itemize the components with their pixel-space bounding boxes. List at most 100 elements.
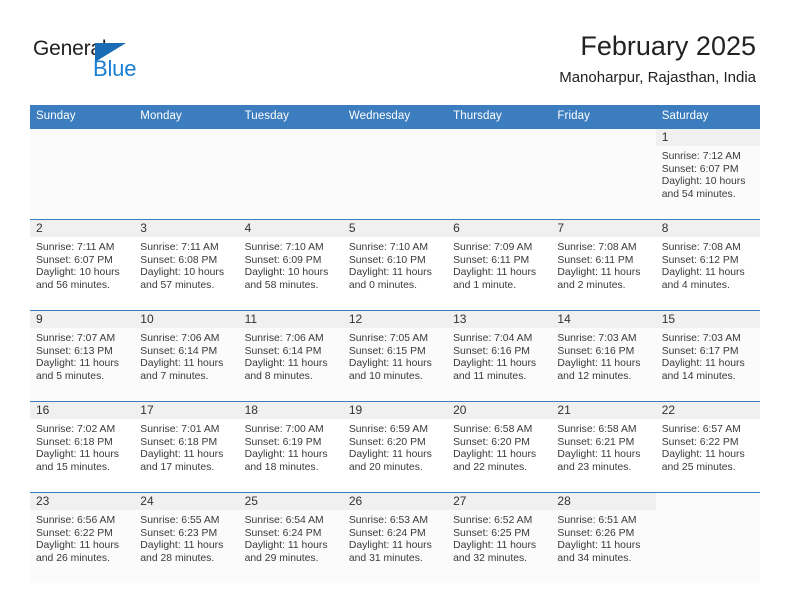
calendar-day-cell[interactable]: 28 Sunrise: 6:51 AM Sunset: 6:26 PM Dayligh… <box>551 492 656 583</box>
daylight-text-line1: Daylight: 10 hours <box>36 267 120 279</box>
daylight-text-line2: and 25 minutes. <box>661 461 736 473</box>
sunset-text: Sunset: 6:20 PM <box>348 436 426 448</box>
day-number: 26 <box>342 493 448 510</box>
title-block: February 2025 Manoharpur, Rajasthan, Ind… <box>559 32 756 87</box>
sunset-text: Sunset: 6:23 PM <box>140 527 218 539</box>
sunset-text: Sunset: 6:14 PM <box>140 345 218 357</box>
sunset-text: Sunset: 6:18 PM <box>36 436 113 448</box>
calendar-day-cell[interactable]: 7 Sunrise: 7:08 AM Sunset: 6:11 PM Daylight… <box>551 219 656 311</box>
weekday-header-friday: Friday <box>551 105 656 129</box>
daylight-text-line2: and 32 minutes. <box>453 552 528 564</box>
day-cell-details: Sunrise: 7:10 AM Sunset: 6:09 PM Daylight:… <box>239 237 343 292</box>
day-number: 14 <box>551 311 656 328</box>
calendar-day-cell[interactable]: 22 Sunrise: 6:57 AM Sunset: 6:22 PM Dayligh… <box>655 401 760 493</box>
calendar-day-cell[interactable]: 12 Sunrise: 7:05 AM Sunset: 6:15 PM Dayligh… <box>342 310 448 402</box>
calendar-day-cell[interactable]: 20 Sunrise: 6:58 AM Sunset: 6:20 PM Dayligh… <box>447 401 552 493</box>
daylight-text-line2: and 54 minutes. <box>661 188 736 200</box>
day-cell-inner <box>239 129 343 219</box>
calendar-day-cell[interactable]: 18 Sunrise: 7:00 AM Sunset: 6:19 PM Dayligh… <box>238 401 343 493</box>
calendar-week-row: 2 Sunrise: 7:11 AM Sunset: 6:07 PM Daylight… <box>30 219 760 311</box>
daylight-text-line1: Daylight: 11 hours <box>140 540 224 552</box>
day-cell-inner: 10 Sunrise: 7:06 AM Sunset: 6:14 PM Dayligh… <box>134 311 239 401</box>
sunrise-text: Sunrise: 7:11 AM <box>140 242 219 253</box>
sunrise-text: Sunrise: 7:10 AM <box>348 242 428 253</box>
daylight-text-line2: and 15 minutes. <box>36 461 110 473</box>
calendar-day-cell[interactable]: 6 Sunrise: 7:09 AM Sunset: 6:11 PM Daylight… <box>447 219 552 311</box>
daylight-text-line2: and 7 minutes. <box>140 370 209 382</box>
day-number: 20 <box>447 402 552 419</box>
calendar-day-cell[interactable]: 24 Sunrise: 6:55 AM Sunset: 6:23 PM Dayligh… <box>134 492 239 583</box>
daylight-text-line1: Daylight: 11 hours <box>348 358 432 370</box>
daylight-text-line2: and 1 minute. <box>453 279 517 291</box>
day-cell-inner: 23 Sunrise: 6:56 AM Sunset: 6:22 PM Dayligh… <box>30 493 135 583</box>
day-cell-inner: 28 Sunrise: 6:51 AM Sunset: 6:26 PM Dayligh… <box>551 493 656 583</box>
sunrise-text: Sunrise: 6:57 AM <box>661 424 741 435</box>
sunrise-text: Sunrise: 7:07 AM <box>36 333 116 344</box>
day-number: 2 <box>30 220 135 237</box>
calendar-day-cell[interactable]: 25 Sunrise: 6:54 AM Sunset: 6:24 PM Dayligh… <box>238 492 343 583</box>
day-cell-inner: 27 Sunrise: 6:52 AM Sunset: 6:25 PM Dayligh… <box>447 493 552 583</box>
calendar-day-cell[interactable]: 9 Sunrise: 7:07 AM Sunset: 6:13 PM Daylight… <box>30 310 135 402</box>
day-cell-details: Sunrise: 7:09 AM Sunset: 6:11 PM Daylight:… <box>447 237 551 292</box>
daylight-text-line2: and 14 minutes. <box>661 370 736 382</box>
calendar-day-cell[interactable]: 26 Sunrise: 6:53 AM Sunset: 6:24 PM Dayligh… <box>342 492 448 583</box>
calendar-week-row: 1 Sunrise: 7:12 AM Sunset: 6:07 PM Daylight… <box>30 128 760 220</box>
day-cell-details: Sunrise: 6:58 AM Sunset: 6:20 PM Daylight:… <box>447 419 551 474</box>
general-blue-logo[interactable]: General Blue <box>33 38 263 86</box>
page-title: February 2025 <box>580 31 756 61</box>
sunset-text: Sunset: 6:09 PM <box>244 254 322 266</box>
daylight-text-line1: Daylight: 10 hours <box>140 267 225 279</box>
calendar-day-cell[interactable]: 27 Sunrise: 6:52 AM Sunset: 6:25 PM Dayligh… <box>447 492 552 583</box>
day-number: 5 <box>342 220 448 237</box>
day-cell-details: Sunrise: 7:02 AM Sunset: 6:18 PM Daylight:… <box>30 419 134 474</box>
day-cell-details: Sunrise: 7:06 AM Sunset: 6:14 PM Daylight:… <box>239 328 343 383</box>
calendar-day-cell[interactable]: 10 Sunrise: 7:06 AM Sunset: 6:14 PM Dayligh… <box>134 310 239 402</box>
day-cell-inner: 4 Sunrise: 7:10 AM Sunset: 6:09 PM Daylight… <box>238 220 343 310</box>
day-cell-inner <box>447 129 551 219</box>
day-cell-details: Sunrise: 6:52 AM Sunset: 6:25 PM Daylight:… <box>447 510 551 565</box>
daylight-text-line1: Daylight: 11 hours <box>661 449 745 461</box>
sunrise-text: Sunrise: 7:08 AM <box>661 242 741 253</box>
sunrise-text: Sunrise: 7:03 AM <box>557 333 637 344</box>
calendar-day-cell[interactable]: 11 Sunrise: 7:06 AM Sunset: 6:14 PM Dayligh… <box>238 310 343 402</box>
daylight-text-line1: Daylight: 10 hours <box>244 267 329 279</box>
calendar-day-cell[interactable]: 4 Sunrise: 7:10 AM Sunset: 6:09 PM Daylight… <box>238 219 343 311</box>
day-number: 6 <box>447 220 552 237</box>
sunset-text: Sunset: 6:16 PM <box>453 345 530 357</box>
day-cell-details: Sunrise: 6:55 AM Sunset: 6:23 PM Daylight:… <box>134 510 238 565</box>
calendar-day-cell[interactable]: 23 Sunrise: 6:56 AM Sunset: 6:22 PM Dayligh… <box>30 492 135 583</box>
day-cell-details: Sunrise: 7:11 AM Sunset: 6:07 PM Daylight:… <box>30 237 134 292</box>
day-cell-details: Sunrise: 7:03 AM Sunset: 6:17 PM Daylight:… <box>656 328 760 383</box>
sunset-text: Sunset: 6:20 PM <box>453 436 530 448</box>
calendar-day-cell[interactable]: 2 Sunrise: 7:11 AM Sunset: 6:07 PM Daylight… <box>30 219 135 311</box>
calendar-day-cell[interactable]: 8 Sunrise: 7:08 AM Sunset: 6:12 PM Daylight… <box>655 219 760 311</box>
daylight-text-line2: and 8 minutes. <box>244 370 313 382</box>
daylight-text-line2: and 56 minutes. <box>36 279 110 291</box>
calendar-day-cell[interactable]: 3 Sunrise: 7:11 AM Sunset: 6:08 PM Daylight… <box>134 219 239 311</box>
sunrise-text: Sunrise: 6:53 AM <box>348 515 428 526</box>
calendar-day-cell[interactable]: 17 Sunrise: 7:01 AM Sunset: 6:18 PM Dayligh… <box>134 401 239 493</box>
calendar-day-cell[interactable]: 16 Sunrise: 7:02 AM Sunset: 6:18 PM Dayligh… <box>30 401 135 493</box>
calendar-day-cell[interactable]: 15 Sunrise: 7:03 AM Sunset: 6:17 PM Dayligh… <box>655 310 760 402</box>
day-cell-inner: 26 Sunrise: 6:53 AM Sunset: 6:24 PM Dayligh… <box>342 493 448 583</box>
calendar-day-cell[interactable]: 21 Sunrise: 6:58 AM Sunset: 6:21 PM Dayligh… <box>551 401 656 493</box>
calendar-day-cell[interactable]: 19 Sunrise: 6:59 AM Sunset: 6:20 PM Dayligh… <box>342 401 448 493</box>
daylight-text-line1: Daylight: 11 hours <box>453 358 537 370</box>
sunset-text: Sunset: 6:24 PM <box>244 527 322 539</box>
day-number <box>656 493 760 510</box>
day-cell-inner: 1 Sunrise: 7:12 AM Sunset: 6:07 PM Daylight… <box>655 129 760 219</box>
daylight-text-line1: Daylight: 11 hours <box>244 358 328 370</box>
sunset-text: Sunset: 6:12 PM <box>661 254 739 266</box>
day-number: 3 <box>134 220 239 237</box>
daylight-text-line1: Daylight: 11 hours <box>453 449 537 461</box>
calendar-day-cell[interactable]: 13 Sunrise: 7:04 AM Sunset: 6:16 PM Dayligh… <box>447 310 552 402</box>
sunrise-text: Sunrise: 6:59 AM <box>348 424 428 435</box>
daylight-text-line2: and 10 minutes. <box>348 370 423 382</box>
sunset-text: Sunset: 6:22 PM <box>661 436 739 448</box>
day-number: 28 <box>551 493 656 510</box>
calendar-day-cell[interactable]: 5 Sunrise: 7:10 AM Sunset: 6:10 PM Daylight… <box>342 219 448 311</box>
calendar-day-cell[interactable]: 1 Sunrise: 7:12 AM Sunset: 6:07 PM Daylight… <box>655 128 760 220</box>
day-cell-details: Sunrise: 7:08 AM Sunset: 6:11 PM Daylight:… <box>551 237 655 292</box>
calendar-day-cell[interactable]: 14 Sunrise: 7:03 AM Sunset: 6:16 PM Dayligh… <box>551 310 656 402</box>
weekday-header-wednesday: Wednesday <box>342 105 448 129</box>
